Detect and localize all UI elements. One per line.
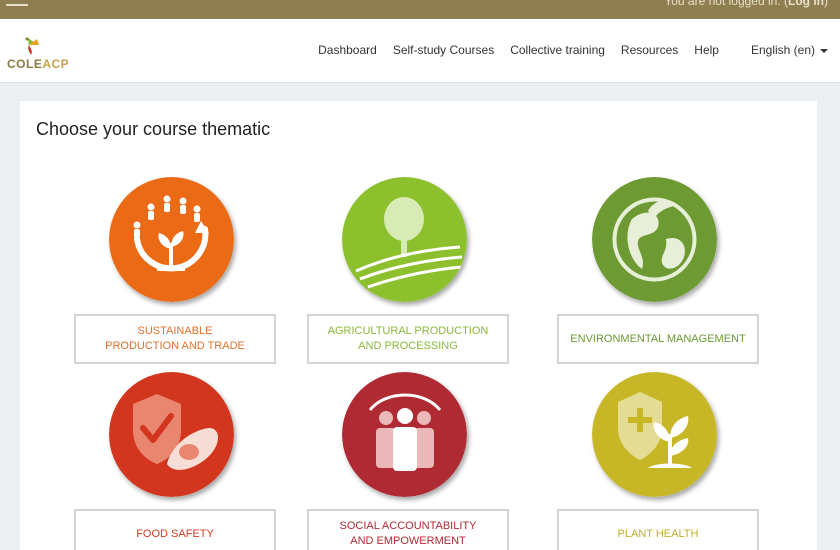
thematic-label: SOCIAL ACCOUNTABILITY AND EMPOWERMENT [339, 520, 477, 547]
nav-collective-training[interactable]: Collective training [510, 43, 605, 57]
nav-dashboard[interactable]: Dashboard [318, 43, 377, 57]
thematic-label-box: ENVIRONMENTAL MANAGEMENT [557, 314, 759, 364]
tree-field-icon [342, 177, 467, 302]
brand-part2: ACP [42, 57, 70, 71]
people-group-icon [342, 372, 467, 497]
login-prefix: You are not logged in. ( [664, 0, 788, 8]
thematic-label-box: AGRICULTURAL PRODUCTION AND PROCESSING [307, 314, 509, 364]
caret-down-icon [820, 48, 828, 53]
thematic-card: Choose your course thematic SUSTAINABLE … [20, 101, 817, 550]
nav-self-study-courses[interactable]: Self-study Courses [393, 43, 494, 57]
social-accountability-icon [342, 372, 467, 497]
brand-part1: COLE [7, 57, 43, 71]
page-title: Choose your course thematic [36, 119, 271, 139]
plant-health-icon [592, 372, 717, 497]
login-suffix: ) [824, 0, 828, 8]
thematic-label: ENVIRONMENTAL MANAGEMENT [570, 332, 746, 345]
thematic-label: AGRICULTURAL PRODUCTION AND PROCESSING [327, 325, 489, 352]
shield-avocado-icon [109, 372, 234, 497]
language-selector[interactable]: English (en) [735, 43, 828, 57]
thematic-label-box: SOCIAL ACCOUNTABILITY AND EMPOWERMENT [307, 509, 509, 550]
navbar: COLEACP Dashboard Self-study Courses Col… [0, 19, 840, 83]
main-nav: Dashboard Self-study Courses Collective … [302, 43, 828, 57]
thematic-label-box: PLANT HEALTH [557, 509, 759, 550]
login-link[interactable]: Log in [788, 0, 824, 8]
food-safety-icon [109, 372, 234, 497]
environmental-management-icon [592, 177, 717, 302]
menu-icon[interactable] [6, 0, 28, 6]
thematic-label-box: SUSTAINABLE PRODUCTION AND TRADE [74, 314, 276, 364]
thematic-label-box: FOOD SAFETY [74, 509, 276, 550]
thematic-label: FOOD SAFETY [136, 527, 214, 540]
bird-logo-icon [25, 37, 39, 55]
agricultural-production-icon [342, 177, 467, 302]
brand-name: COLEACP [7, 57, 69, 71]
globe-leaf-icon [592, 177, 717, 302]
shield-plant-icon [592, 372, 717, 497]
top-bar: You are not logged in. (Log in) [0, 0, 840, 19]
nav-help[interactable]: Help [694, 43, 719, 57]
thematic-label: PLANT HEALTH [617, 527, 699, 540]
login-status: You are not logged in. (Log in) [664, 0, 828, 8]
people-cycle-icon [109, 177, 234, 302]
coleacp-logo[interactable]: COLEACP [7, 33, 69, 73]
language-label: English (en) [750, 43, 815, 57]
nav-resources[interactable]: Resources [621, 43, 678, 57]
sustainable-production-icon [109, 177, 234, 302]
thematic-label: SUSTAINABLE PRODUCTION AND TRADE [105, 325, 245, 352]
